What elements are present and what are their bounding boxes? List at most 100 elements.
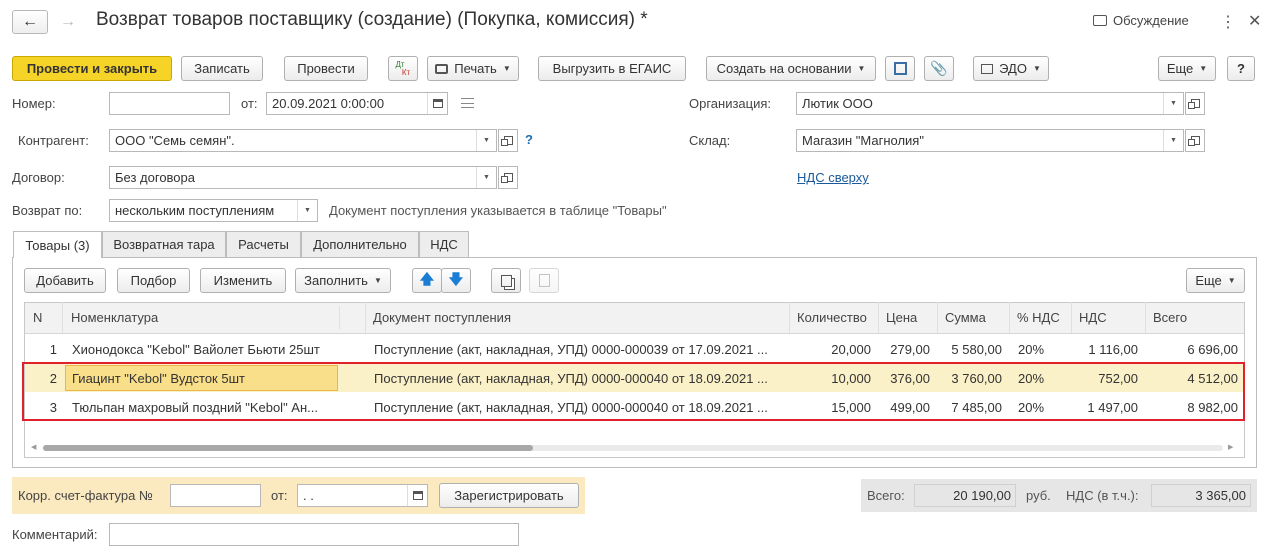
copy-icon <box>500 274 512 287</box>
cell-doc: Поступление (акт, накладная, УПД) 0000-0… <box>374 341 768 357</box>
tab-vat[interactable]: НДС <box>419 231 469 257</box>
col-header-price[interactable]: Цена <box>879 302 938 333</box>
comment-field[interactable] <box>109 523 519 546</box>
dropdown-arrow-icon[interactable]: ▼ <box>1163 93 1183 114</box>
scroll-right-arrow[interactable]: ▶ <box>1228 443 1233 451</box>
open-icon <box>1187 99 1200 109</box>
scrollbar-thumb[interactable] <box>43 445 533 451</box>
dropdown-arrow-icon[interactable]: ▼ <box>1163 130 1183 151</box>
dropdown-arrow-icon: ▼ <box>373 276 382 285</box>
open-contract-button[interactable] <box>498 166 518 189</box>
post-button[interactable]: Провести <box>284 56 368 81</box>
more-button[interactable]: Еще ▼ <box>1158 56 1216 81</box>
total-value: 20 190,00 <box>914 484 1016 507</box>
dropdown-arrow-icon[interactable]: ▼ <box>297 200 317 221</box>
table-more-button[interactable]: Еще ▼ <box>1186 268 1245 293</box>
save-button[interactable]: Записать <box>181 56 263 81</box>
dtkt-button[interactable]: Дт Кт <box>388 56 418 81</box>
post-and-close-button[interactable]: Провести и закрыть <box>12 56 172 81</box>
forward-button[interactable]: → <box>52 10 84 34</box>
arrow-up-icon: 🡅 <box>419 270 435 287</box>
close-icon[interactable]: ✕ <box>1248 11 1261 31</box>
printer-icon <box>435 63 449 74</box>
structure-button[interactable] <box>885 56 915 81</box>
organization-field[interactable]: Лютик ООО ▼ <box>796 92 1184 115</box>
currency-label: руб. <box>1026 488 1051 503</box>
help-button[interactable]: ? <box>1227 56 1255 81</box>
move-down-button[interactable]: 🡇 <box>441 268 471 293</box>
number-field[interactable] <box>109 92 230 115</box>
corr-invoice-label: Корр. счет-фактура № <box>18 488 153 503</box>
calendar-icon[interactable] <box>407 485 427 506</box>
edit-row-button[interactable]: Изменить <box>200 268 286 293</box>
list-icon[interactable] <box>461 98 474 108</box>
corr-invoice-number-field[interactable] <box>170 484 261 507</box>
date-field[interactable]: 20.09.2021 0:00:00 <box>266 92 448 115</box>
hierarchy-icon <box>893 62 907 75</box>
tab-additional[interactable]: Дополнительно <box>301 231 419 257</box>
paste-icon <box>538 274 550 287</box>
vat-total-value: 3 365,00 <box>1151 484 1251 507</box>
vat-on-top-link[interactable]: НДС сверху <box>797 170 869 185</box>
corr-date-field[interactable]: . . <box>297 484 428 507</box>
horizontal-scrollbar[interactable] <box>43 445 1223 451</box>
page-title: Возврат товаров поставщику (создание) (П… <box>96 9 648 30</box>
contract-field[interactable]: Без договора ▼ <box>109 166 497 189</box>
dropdown-arrow-icon[interactable]: ▼ <box>476 130 496 151</box>
discussion-button[interactable]: Обсуждение <box>1093 13 1189 28</box>
cell-vat-rate: 20% <box>1018 341 1045 357</box>
paste-button[interactable] <box>529 268 559 293</box>
edo-icon <box>981 63 994 74</box>
egais-button[interactable]: Выгрузить в ЕГАИС <box>538 56 686 81</box>
counterparty-field[interactable]: ООО "Семь семян". ▼ <box>109 129 497 152</box>
col-header-vat[interactable]: НДС <box>1072 302 1146 333</box>
copy-button[interactable] <box>491 268 521 293</box>
cell-total: 6 696,00 <box>1187 341 1238 357</box>
tab-goods[interactable]: Товары (3) <box>13 231 102 258</box>
create-based-on-button[interactable]: Создать на основании ▼ <box>706 56 876 81</box>
col-header-item[interactable]: Номенклатура <box>64 302 366 333</box>
move-up-button[interactable]: 🡅 <box>412 268 442 293</box>
date-from-label: от: <box>241 96 258 111</box>
chat-icon <box>1093 15 1107 26</box>
col-header-doc[interactable]: Документ поступления <box>366 302 790 333</box>
return-by-select[interactable]: нескольким поступлениям ▼ <box>109 199 318 222</box>
back-button[interactable]: ← <box>12 10 48 34</box>
dropdown-arrow-icon: ▼ <box>1032 64 1041 73</box>
help-question-link[interactable]: ? <box>525 132 533 147</box>
dropdown-arrow-icon[interactable]: ▼ <box>476 167 496 188</box>
edo-button[interactable]: ЭДО ▼ <box>973 56 1049 81</box>
arrow-down-icon: 🡇 <box>448 270 464 287</box>
total-label: Всего: <box>867 488 905 503</box>
open-counterparty-button[interactable] <box>498 129 518 152</box>
tab-returnable-packaging[interactable]: Возвратная тара <box>102 231 226 257</box>
open-icon <box>500 173 513 183</box>
select-items-button[interactable]: Подбор <box>117 268 190 293</box>
attach-button[interactable]: 📎 <box>924 56 954 81</box>
tab-settlements[interactable]: Расчеты <box>226 231 301 257</box>
add-row-button[interactable]: Добавить <box>24 268 106 293</box>
col-header-sum[interactable]: Сумма <box>938 302 1010 333</box>
scroll-left-arrow[interactable]: ◀ <box>31 443 36 451</box>
warehouse-field[interactable]: Магазин "Магнолия" ▼ <box>796 129 1184 152</box>
arrow-left-icon: ← <box>22 13 38 30</box>
kt-icon-label: Кт <box>401 67 411 77</box>
calendar-icon[interactable] <box>427 93 447 114</box>
print-button[interactable]: Печать ▼ <box>427 56 519 81</box>
kebab-menu-icon[interactable]: ⋮ <box>1220 12 1236 32</box>
col-header-total[interactable]: Всего <box>1146 302 1243 333</box>
open-organization-button[interactable] <box>1185 92 1205 115</box>
dropdown-arrow-icon: ▼ <box>857 64 866 73</box>
return-by-label: Возврат по: <box>12 203 83 218</box>
cell-n: 1 <box>49 341 57 357</box>
col-header-qty[interactable]: Количество <box>790 302 879 333</box>
vat-total-label: НДС (в т.ч.): <box>1066 488 1139 503</box>
col-header-vat-rate[interactable]: % НДС <box>1010 302 1072 333</box>
highlight-frame <box>22 362 1245 421</box>
fill-button[interactable]: Заполнить ▼ <box>295 268 391 293</box>
number-label: Номер: <box>12 96 56 111</box>
col-header-n[interactable]: N <box>24 302 63 333</box>
cell-vat: 1 116,00 <box>1088 341 1138 357</box>
register-button[interactable]: Зарегистрировать <box>439 483 579 508</box>
open-warehouse-button[interactable] <box>1185 129 1205 152</box>
